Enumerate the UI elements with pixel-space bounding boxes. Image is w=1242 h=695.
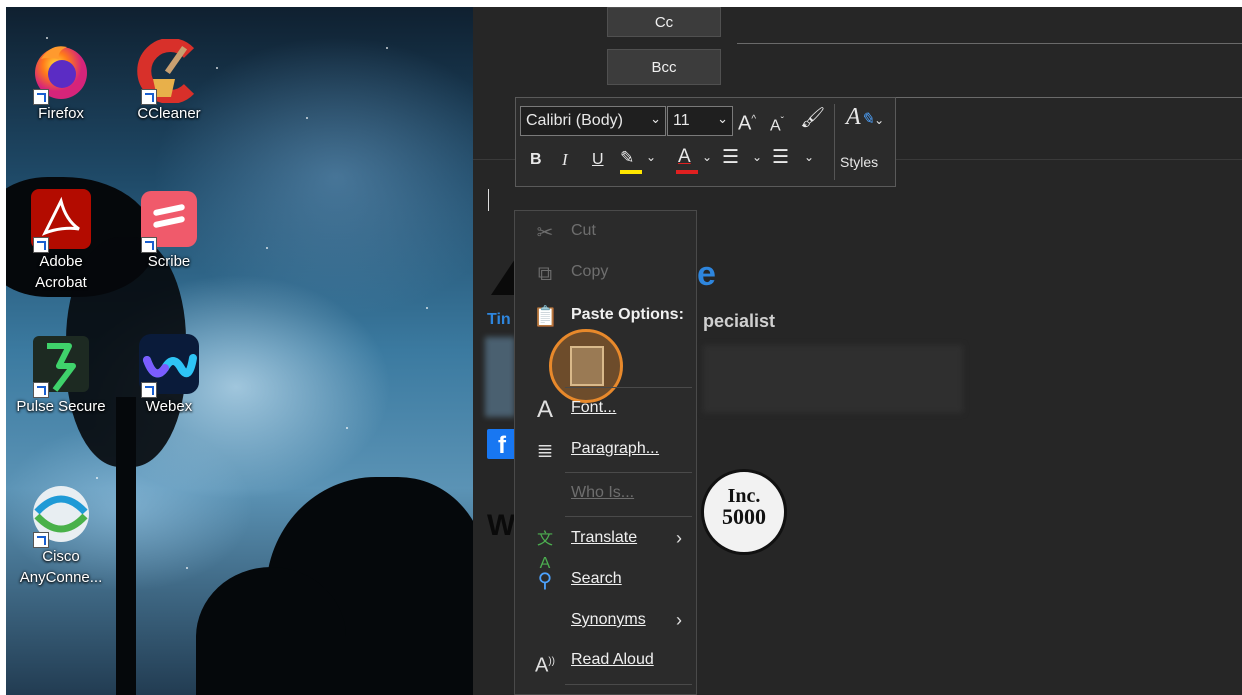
clipboard-icon: 📋 [533,306,558,328]
grow-font-button[interactable]: A^ [738,108,756,136]
bcc-button[interactable]: Bcc [607,49,721,85]
chevron-down-icon: ⌄ [804,150,815,164]
menu-item-translate[interactable]: 文A Translate › [515,520,696,572]
desktop-icon-webex[interactable]: Webex [114,332,224,417]
menu-item-copy[interactable]: ⧉ Copy [515,254,696,292]
cc-field-underline [737,43,1242,44]
signature-title: pecialist [703,311,776,331]
cc-button[interactable]: Cc [607,7,721,37]
tree-silhouette [116,397,136,695]
font-icon: A [536,396,553,423]
chevron-down-icon: ⌄ [702,150,713,164]
menu-separator [565,387,692,388]
font-name-dropdown[interactable]: Calibri (Body) ⌄ [520,106,666,136]
desktop-icon-ccleaner[interactable]: CCleaner [114,38,224,124]
font-size-dropdown[interactable]: 11 ⌄ [667,106,733,136]
menu-item-read-aloud[interactable]: A)) Read Aloud [515,642,696,680]
bullets-button[interactable]: ☰ ⌄ [722,147,764,176]
inc-5000-badge: Inc. 5000 [701,469,787,555]
styles-icon: A✎⌄ [846,104,885,130]
desktop-icon-cisco-anyconnect[interactable]: Cisco AnyConne... [6,482,116,588]
chevron-down-icon: ⌄ [752,150,763,164]
menu-separator [565,516,692,517]
desktop-icon-pulse-secure[interactable]: Pulse Secure [6,332,116,417]
desktop-icon-adobe-acrobat[interactable]: Adobe Acrobat [6,187,116,293]
italic-button[interactable]: I [562,148,568,172]
highlight-color-swatch [620,170,642,174]
blurred-contact-info [485,337,515,417]
desktop-icon-scribe[interactable]: Scribe [114,187,224,272]
paragraph-icon: ≣ [536,440,554,462]
blurred-contact-info [703,345,963,413]
bold-button[interactable]: B [530,148,542,172]
chevron-down-icon: ⌄ [646,150,657,164]
desktop-icon-firefox[interactable]: Firefox [6,39,116,124]
shrink-font-button[interactable]: Aˇ [770,110,784,138]
format-painter-icon[interactable]: 🖌 [800,106,825,130]
scissors-icon: ✂ [536,222,554,244]
menu-item-search[interactable]: ⚲ Search [515,561,696,599]
font-color-swatch [676,170,698,174]
menu-item-paragraph[interactable]: ≣ Paragraph... [515,431,696,469]
tree-silhouette [196,567,346,695]
font-color-button[interactable]: A ⌄ [676,146,714,176]
copy-icon: ⧉ [537,263,553,285]
context-menu: ✂ Cut ⧉ Copy 📋 Paste Options: A Font... … [514,210,697,695]
highlight-button[interactable]: ✎ ⌄ [618,148,656,176]
menu-separator [565,684,692,685]
menu-item-font[interactable]: A Font... [515,390,696,428]
chevron-down-icon: ⌄ [717,111,728,126]
menu-item-synonyms[interactable]: Synonyms › [515,602,696,640]
highlighter-icon: ✎ [620,148,635,167]
divider [834,104,835,180]
numbering-button[interactable]: ☰ ⌄ [772,147,818,176]
chevron-right-icon: › [676,528,682,548]
chevron-down-icon: ⌄ [650,111,661,126]
screen: Firefox CCleaner Adobe Acrobat Scribe Pu… [6,7,1242,695]
signature-name: Tin [487,311,511,328]
logo-letter: e [697,255,716,293]
menu-separator [565,472,692,473]
logo-triangle [491,259,515,295]
facebook-icon[interactable]: f [487,429,517,459]
signature-letter: W [487,509,516,542]
search-icon: ⚲ [537,570,553,592]
paste-clipboard-icon [570,346,604,386]
underline-button[interactable]: U [592,148,604,172]
bullet-list-icon: ☰ [722,147,740,168]
paste-options-header: 📋 Paste Options: [533,306,684,328]
styles-button[interactable]: A✎⌄ Styles [838,102,892,182]
chevron-right-icon: › [676,610,682,630]
menu-item-who-is[interactable]: Who Is... [515,475,696,513]
menu-item-cut[interactable]: ✂ Cut [515,213,696,251]
mini-formatting-toolbar: Calibri (Body) ⌄ 11 ⌄ A^ Aˇ 🖌 A✎⌄ Styles… [515,97,896,187]
text-cursor [488,189,489,211]
desktop-wallpaper: Firefox CCleaner Adobe Acrobat Scribe Pu… [6,7,473,695]
numbered-list-icon: ☰ [772,147,790,168]
translate-icon: 文A [536,531,553,572]
read-aloud-icon: A)) [534,654,555,677]
